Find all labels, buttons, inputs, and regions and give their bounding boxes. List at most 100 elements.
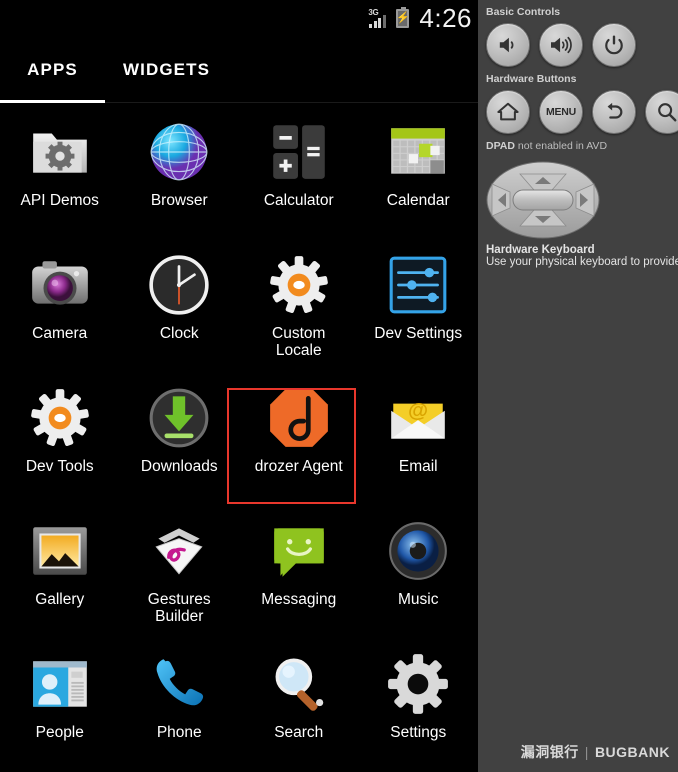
app-label: Dev Settings: [374, 325, 463, 342]
tab-widgets[interactable]: WIDGETS: [105, 37, 228, 103]
basic-controls-row: [478, 23, 678, 67]
back-arrow-icon: [607, 102, 623, 119]
app-icon-calendar[interactable]: Calendar: [359, 107, 479, 240]
envelope-at-icon: @: [391, 399, 446, 439]
tab-apps[interactable]: APPS: [0, 37, 105, 103]
folder-gear-icon: [32, 133, 87, 173]
app-label: Clock: [159, 325, 199, 342]
dpad-wrapper: [478, 154, 678, 240]
hardware-buttons-row: MENU: [478, 90, 678, 134]
watermark-separator: |: [584, 744, 589, 760]
contact-card-icon: [32, 661, 87, 707]
globe-icon: [150, 123, 208, 181]
app-icon-custom-locale[interactable]: Custom Locale: [239, 240, 359, 373]
volume-up-button[interactable]: [539, 23, 583, 67]
camera-icon: [27, 252, 93, 318]
app-row: Dev Tools Downloads drozer Agent @ Email: [0, 373, 478, 506]
menu-button[interactable]: MENU: [539, 90, 583, 134]
device-screen: 3G ⚡ 4:26 APPS WIDGETS API Demos Browser…: [0, 0, 478, 772]
speaker-low-icon: [499, 37, 514, 53]
tabbar-divider: [105, 102, 478, 103]
app-icon-drozer-agent[interactable]: drozer Agent: [239, 373, 359, 506]
watermark: 漏洞银行 | BUGBANK: [521, 742, 670, 762]
app-label: Custom Locale: [272, 325, 326, 359]
app-row: API Demos Browser Calculator Calendar: [0, 107, 478, 240]
folder-gear-icon: [27, 119, 93, 185]
app-icon-settings[interactable]: Settings: [359, 639, 479, 765]
app-label: Gestures Builder: [147, 591, 211, 625]
home-icon: [497, 102, 519, 121]
download-arrow-icon: [149, 388, 209, 448]
contact-card-icon: [27, 651, 93, 717]
launcher-tabbar: APPS WIDGETS: [0, 37, 478, 103]
app-grid: API Demos Browser Calculator Calendar Ca…: [0, 103, 478, 765]
gear-orange-icon: [269, 256, 328, 314]
app-icon-downloads[interactable]: Downloads: [120, 373, 240, 506]
clock-icon: [146, 252, 212, 318]
app-icon-dev-settings[interactable]: Dev Settings: [359, 240, 479, 373]
drozer-icon: [266, 385, 332, 451]
app-icon-phone[interactable]: Phone: [120, 639, 240, 765]
power-button[interactable]: [592, 23, 636, 67]
app-row: People Phone Search Settings: [0, 639, 478, 765]
app-icon-api-demos[interactable]: API Demos: [0, 107, 120, 240]
calculator-icon: [266, 119, 332, 185]
battery-charging-icon: ⚡: [396, 7, 410, 28]
speaker-icon: [389, 522, 448, 580]
app-icon-gallery[interactable]: Gallery: [0, 506, 120, 639]
watermark-cn: 漏洞银行: [520, 744, 579, 760]
download-arrow-icon: [146, 385, 212, 451]
search-button[interactable]: [645, 90, 678, 134]
app-icon-dev-tools[interactable]: Dev Tools: [0, 373, 120, 506]
tab-active-indicator: [0, 100, 105, 103]
app-row: Gallery Gestures Builder Messaging Music: [0, 506, 478, 639]
drozer-icon: [269, 389, 328, 447]
app-icon-clock[interactable]: Clock: [120, 240, 240, 373]
watermark-en: BUGBANK: [594, 744, 670, 760]
back-button[interactable]: [592, 90, 636, 134]
app-label: Camera: [32, 325, 88, 342]
app-label: API Demos: [20, 192, 99, 209]
sliders-icon: [385, 252, 451, 318]
hardware-keyboard-section: Hardware Keyboard Use your physical keyb…: [478, 240, 678, 268]
dpad-label: DPAD not enabled in AVD: [478, 134, 678, 154]
home-button[interactable]: [486, 90, 530, 134]
app-icon-gestures-builder[interactable]: Gestures Builder: [120, 506, 240, 639]
app-icon-messaging[interactable]: Messaging: [239, 506, 359, 639]
emulator-control-panel: Basic Controls Hardware Buttons MENU DPA…: [478, 0, 678, 772]
basic-controls-label: Basic Controls: [486, 6, 561, 18]
magnifier-icon: [266, 651, 332, 717]
speaker-icon: [385, 518, 451, 584]
app-label: Phone: [156, 724, 202, 741]
menu-button-label: MENU: [545, 106, 577, 118]
app-icon-people[interactable]: People: [0, 639, 120, 765]
app-icon-calculator[interactable]: Calculator: [239, 107, 359, 240]
hardware-keyboard-description: Use your physical keyboard to provide in…: [486, 256, 678, 268]
dpad-label-strong: DPAD: [486, 140, 515, 152]
hardware-buttons-label: Hardware Buttons: [486, 73, 577, 85]
app-icon-email[interactable]: @ Email: [359, 373, 479, 506]
app-icon-browser[interactable]: Browser: [120, 107, 240, 240]
app-icon-search[interactable]: Search: [239, 639, 359, 765]
clock-icon: [149, 255, 209, 315]
app-label: Search: [274, 724, 324, 741]
gear-gray-icon: [385, 651, 451, 717]
app-icon-music[interactable]: Music: [359, 506, 479, 639]
app-label: drozer Agent: [254, 458, 343, 475]
dpad[interactable]: [486, 160, 601, 240]
signal-3g-icon: 3G: [368, 8, 390, 29]
emulator-window: 3G ⚡ 4:26 APPS WIDGETS API Demos Browser…: [0, 0, 678, 772]
sliders-icon: [389, 256, 447, 314]
status-bar: 3G ⚡ 4:26: [0, 0, 478, 37]
app-label: Downloads: [140, 458, 218, 475]
app-icon-camera[interactable]: Camera: [0, 240, 120, 373]
gestures-icon: [155, 528, 203, 575]
volume-down-button[interactable]: [486, 23, 530, 67]
camera-icon: [31, 261, 88, 305]
app-label: Gallery: [35, 591, 85, 608]
app-label: Messaging: [261, 591, 337, 608]
calculator-icon: [272, 125, 325, 179]
handset-icon: [146, 651, 212, 717]
power-icon: [605, 35, 623, 55]
gear-orange-icon: [266, 252, 332, 318]
